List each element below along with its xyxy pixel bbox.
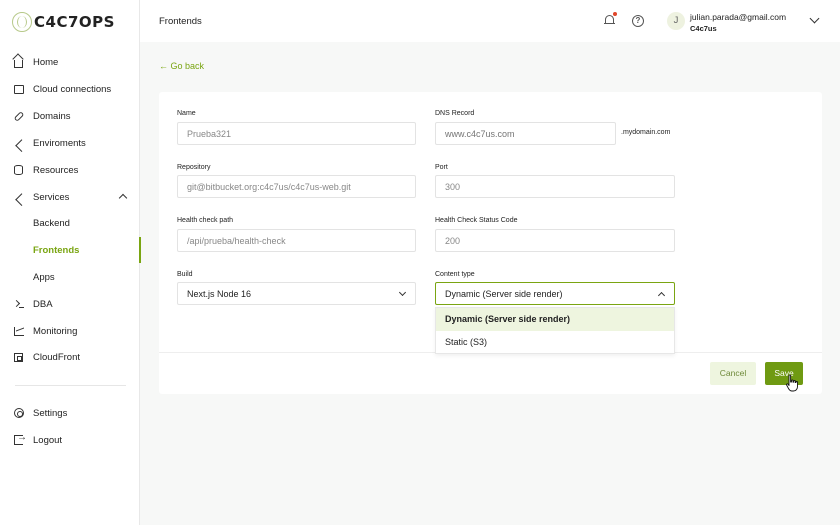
build-label: Build (177, 271, 193, 278)
sidebar-item-apps[interactable]: Apps (0, 264, 140, 290)
content-type-select-value: Dynamic (Server side render) (445, 288, 563, 299)
cloud-icon (13, 84, 24, 95)
sidebar: C4C7OPS Home Cloud connections Domains E… (0, 0, 141, 525)
sidebar-item-domains[interactable]: Domains (0, 103, 140, 129)
form-card: Name DNS Record .mydomain.com Repository… (159, 92, 822, 394)
dns-input[interactable] (435, 122, 616, 145)
sidebar-item-label: Resources (33, 164, 79, 176)
content-type-label: Content type (435, 271, 475, 278)
help-icon[interactable]: ? (632, 15, 644, 27)
repository-label: Repository (177, 164, 211, 171)
sidebar-item-label: CloudFront (33, 351, 80, 363)
sidebar-item-label: Monitoring (33, 325, 78, 337)
page-title: Frontends (159, 16, 202, 27)
arrow-left-icon: ← (159, 61, 168, 71)
health-path-input[interactable] (177, 229, 416, 252)
user-email: julian.parada@gmail.com (690, 12, 787, 22)
sidebar-item-label: Frontends (33, 244, 80, 256)
grid-icon (13, 352, 24, 363)
top-header: Frontends ? J julian.parada@gmail.com C4… (140, 0, 840, 42)
sidebar-item-backend[interactable]: Backend (0, 210, 140, 236)
chart-icon (13, 326, 24, 337)
sidebar-item-logout[interactable]: Logout (0, 427, 140, 453)
chevron-up-icon (657, 291, 666, 300)
go-back-link[interactable]: ← Go back (159, 61, 204, 71)
sidebar-item-label: Apps (33, 271, 55, 283)
avatar[interactable]: J (667, 12, 685, 30)
sidebar-item-cloud-connections[interactable]: Cloud connections (0, 76, 140, 102)
sidebar-item-label: Settings (33, 407, 68, 419)
sidebar-item-label: Home (33, 56, 59, 68)
content-type-option-dynamic[interactable]: Dynamic (Server side render) (436, 308, 674, 331)
content-type-dropdown: Dynamic (Server side render) Static (S3) (435, 307, 675, 354)
sidebar-item-label: Logout (33, 434, 63, 446)
repository-input[interactable] (177, 175, 416, 198)
sidebar-item-settings[interactable]: Settings (0, 400, 140, 426)
sidebar-item-cloudfront[interactable]: CloudFront (0, 344, 140, 370)
share-icon (13, 138, 24, 149)
sidebar-item-label: Domains (33, 110, 71, 122)
sidebar-item-monitoring[interactable]: Monitoring (0, 318, 140, 344)
health-status-label: Health Check Status Code (435, 217, 518, 224)
port-input[interactable] (435, 175, 675, 198)
notification-dot (613, 12, 617, 16)
dns-suffix: .mydomain.com (621, 129, 671, 136)
share-icon (13, 192, 24, 203)
link-icon (13, 110, 24, 122)
sidebar-divider (15, 385, 126, 386)
sidebar-item-home[interactable]: Home (0, 49, 140, 75)
cancel-button[interactable]: Cancel (710, 362, 756, 385)
gear-icon (13, 408, 24, 419)
sidebar-item-resources[interactable]: Resources (0, 157, 140, 183)
sidebar-item-label: DBA (33, 298, 53, 310)
bell-icon[interactable] (604, 12, 617, 26)
logo-icon (12, 12, 32, 32)
sidebar-item-frontends[interactable]: Frontends (0, 237, 141, 263)
sidebar-item-label: Cloud connections (33, 83, 112, 95)
sidebar-item-services[interactable]: Services (0, 184, 140, 210)
dns-label: DNS Record (435, 110, 475, 117)
logo[interactable]: C4C7OPS (12, 10, 115, 34)
sidebar-item-dba[interactable]: DBA (0, 291, 140, 317)
user-org: C4c7us (690, 24, 717, 33)
content-type-select[interactable]: Dynamic (Server side render) (435, 282, 675, 305)
content-type-option-static[interactable]: Static (S3) (436, 331, 674, 354)
name-label: Name (177, 110, 196, 117)
chevron-down-icon[interactable] (809, 13, 820, 24)
go-back-label: Go back (170, 61, 205, 71)
sidebar-item-label: Services (33, 191, 70, 203)
terminal-icon (13, 299, 24, 310)
sidebar-item-enviroments[interactable]: Enviroments (0, 130, 140, 156)
hand-cursor-icon (786, 374, 798, 392)
database-icon (13, 165, 24, 176)
health-path-label: Health check path (177, 217, 234, 224)
home-icon (13, 57, 24, 68)
sidebar-item-label: Backend (33, 217, 70, 229)
sidebar-item-label: Enviroments (33, 137, 86, 149)
build-select-value: Next.js Node 16 (187, 288, 252, 299)
chevron-up-icon (118, 193, 128, 203)
name-input[interactable] (177, 122, 416, 145)
health-status-input[interactable] (435, 229, 675, 252)
logout-icon (13, 432, 27, 446)
logo-text: C4C7OPS (34, 13, 115, 31)
chevron-down-icon (398, 288, 407, 297)
build-select[interactable]: Next.js Node 16 (177, 282, 416, 305)
port-label: Port (435, 164, 448, 171)
